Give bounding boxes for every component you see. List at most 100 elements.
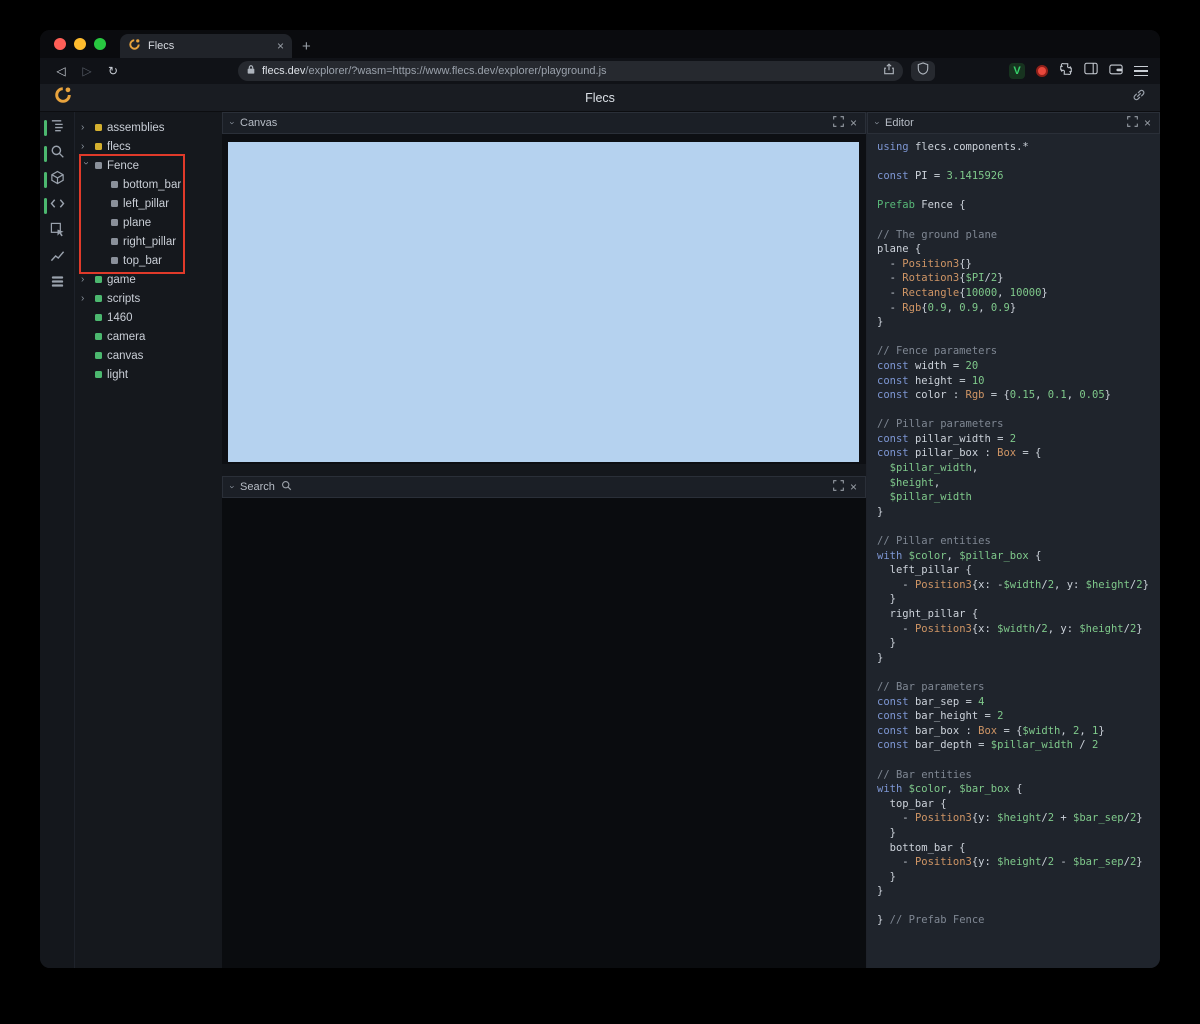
code-line: bottom_bar { — [877, 841, 966, 854]
chevron-right-icon[interactable]: › — [81, 141, 90, 152]
close-icon[interactable]: × — [850, 117, 857, 129]
chevron-down-icon[interactable]: › — [228, 486, 238, 489]
tree-item-label: top_bar — [123, 254, 163, 267]
minimize-window-button[interactable] — [74, 38, 86, 50]
tree-item-light[interactable]: light — [75, 365, 222, 384]
share-icon[interactable] — [883, 62, 895, 80]
tool-rail — [40, 112, 75, 968]
sidebar-toggle-icon[interactable] — [1084, 62, 1098, 80]
tool-hierarchy[interactable] — [40, 120, 74, 136]
tree-item-label: plane — [123, 216, 152, 229]
code-line: } — [877, 885, 884, 898]
tool-code[interactable] — [40, 198, 74, 214]
chevron-right-icon[interactable]: › — [81, 274, 90, 285]
back-button[interactable]: ◁ — [52, 64, 70, 78]
code-line: - Rectangle{10000, 10000} — [877, 286, 1048, 299]
tool-inspect[interactable] — [40, 222, 74, 240]
code-line: const pillar_width = 2 — [877, 432, 1017, 445]
chevron-down-icon[interactable]: › — [228, 122, 238, 125]
tree-item-top_bar[interactable]: top_bar — [75, 251, 222, 270]
chevron-down-icon[interactable]: › — [81, 161, 92, 170]
browser-toolbar: ◁ ▷ ↻ flecs.dev/explorer/?wasm=https://w… — [40, 58, 1160, 84]
forward-button[interactable]: ▷ — [78, 64, 96, 78]
tree-item-camera[interactable]: camera — [75, 327, 222, 346]
tree-item-label: bottom_bar — [123, 178, 182, 191]
tree-item-label: camera — [107, 330, 146, 343]
tool-chart[interactable] — [40, 250, 74, 266]
code-editor[interactable]: using flecs.components.* const PI = 3.14… — [867, 134, 1160, 968]
flecs-logo-icon — [54, 86, 72, 109]
tree-item-game[interactable]: › game — [75, 270, 222, 289]
tab-close-icon[interactable]: × — [277, 39, 284, 53]
tree-item-right_pillar[interactable]: right_pillar — [75, 232, 222, 251]
chevron-right-icon[interactable]: › — [81, 293, 90, 304]
editor-panel-header: › Editor × — [867, 112, 1160, 134]
close-window-button[interactable] — [54, 38, 66, 50]
tree-item-Fence[interactable]: › Fence — [75, 156, 222, 175]
code-line: - Position3{} — [877, 257, 972, 270]
3d-viewport[interactable] — [228, 142, 859, 462]
tree-item-assemblies[interactable]: › assemblies — [75, 118, 222, 137]
expand-icon[interactable] — [833, 478, 844, 496]
address-bar[interactable]: flecs.dev/explorer/?wasm=https://www.fle… — [238, 61, 903, 81]
close-icon[interactable]: × — [1144, 117, 1151, 129]
canvas-panel-header: › Canvas × — [222, 112, 866, 134]
code-line: } — [877, 651, 884, 664]
tree-item-1460[interactable]: 1460 — [75, 308, 222, 327]
search-panel: › Search × — [222, 476, 866, 968]
maximize-window-button[interactable] — [94, 38, 106, 50]
tool-search[interactable] — [40, 145, 74, 162]
url-path: /explorer/?wasm=https://www.flecs.dev/ex… — [305, 65, 607, 77]
tree-item-label: canvas — [107, 349, 144, 362]
tree-item-flecs[interactable]: › flecs — [75, 137, 222, 156]
code-line: // Pillar entities — [877, 535, 991, 548]
entity-dot — [95, 314, 102, 321]
url-host: flecs.dev — [262, 65, 306, 77]
chart-icon — [50, 248, 65, 268]
tree-item-plane[interactable]: plane — [75, 213, 222, 232]
red-extension-icon[interactable] — [1036, 65, 1048, 77]
tool-cube[interactable] — [40, 170, 74, 188]
v-extension-icon[interactable]: V — [1009, 63, 1025, 79]
reload-button[interactable]: ↻ — [104, 64, 122, 78]
close-icon[interactable]: × — [850, 481, 857, 493]
puzzle-icon[interactable] — [1059, 62, 1073, 81]
tree-item-label: right_pillar — [123, 235, 177, 248]
code-line: with $color, $pillar_box { — [877, 549, 1042, 562]
expand-icon[interactable] — [833, 114, 844, 132]
active-indicator — [44, 146, 47, 162]
code-line: const bar_height = 2 — [877, 710, 1004, 723]
entity-dot — [111, 219, 118, 226]
tree-item-scripts[interactable]: › scripts — [75, 289, 222, 308]
active-indicator — [44, 120, 47, 136]
entity-dot — [111, 181, 118, 188]
app-header: Flecs — [40, 84, 1160, 112]
search-results-area — [222, 498, 866, 968]
tree-item-bottom_bar[interactable]: bottom_bar — [75, 175, 222, 194]
code-line: // Bar entities — [877, 768, 972, 781]
tool-stats[interactable] — [40, 276, 74, 292]
code-line: using flecs.components.* — [877, 141, 1029, 153]
code-line: } — [877, 593, 896, 606]
new-tab-button[interactable]: + — [302, 38, 311, 55]
shield-icon[interactable] — [917, 62, 929, 80]
code-line: const bar_sep = 4 — [877, 695, 985, 708]
entity-dot — [95, 333, 102, 340]
traffic-lights — [40, 30, 120, 58]
chevron-down-icon[interactable]: › — [873, 122, 883, 125]
wallet-icon[interactable] — [1109, 62, 1123, 80]
chevron-right-icon[interactable]: › — [81, 122, 90, 133]
tab-strip: Flecs × + — [40, 30, 1160, 58]
entity-dot — [111, 238, 118, 245]
tab-title: Flecs — [148, 40, 175, 52]
menu-icon[interactable] — [1134, 65, 1148, 77]
tree-item-canvas[interactable]: canvas — [75, 346, 222, 365]
browser-tab[interactable]: Flecs × — [120, 34, 292, 58]
tree-item-left_pillar[interactable]: left_pillar — [75, 194, 222, 213]
code-line: const bar_box : Box = {$width, 2, 1} — [877, 724, 1105, 737]
expand-icon[interactable] — [1127, 114, 1138, 132]
